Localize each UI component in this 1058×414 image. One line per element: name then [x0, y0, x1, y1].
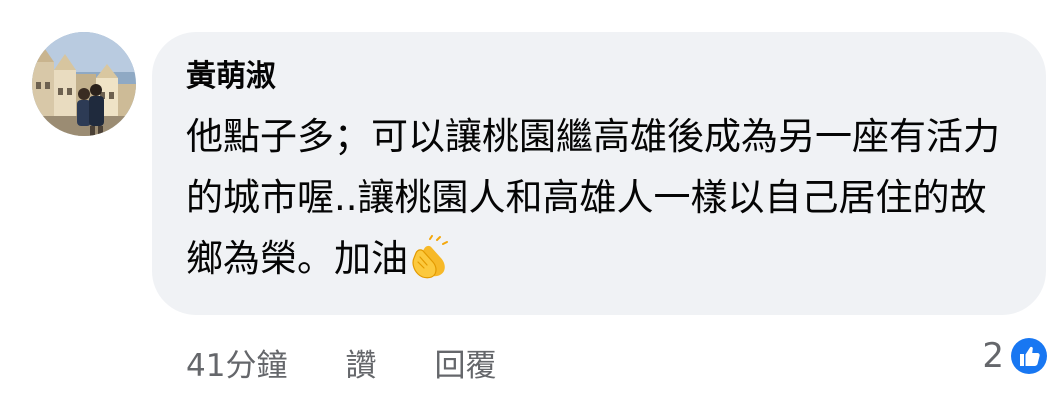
clapping-hands-icon: [410, 235, 454, 279]
comment-text: 他點子多；可以讓桃園繼高雄後成為另一座有活力的城市喔..讓桃園人和高雄人一樣以自…: [186, 115, 1000, 280]
comment-actions: 41分鐘 讚 回覆: [186, 340, 554, 384]
comment-timestamp[interactable]: 41分鐘: [186, 340, 287, 385]
avatar-photo: [32, 32, 136, 136]
reaction-summary[interactable]: 2: [982, 334, 1050, 378]
comment: 黃萌淑 他點子多；可以讓桃園繼高雄後成為另一座有活力的城市喔..讓桃園人和高雄人…: [0, 0, 1058, 414]
comment-author[interactable]: 黃萌淑: [186, 58, 276, 96]
like-button[interactable]: 讚: [345, 340, 376, 385]
like-icon: [1009, 336, 1049, 376]
avatar[interactable]: [32, 32, 136, 136]
reaction-count: 2: [982, 336, 1004, 376]
comment-bubble: 黃萌淑 他點子多；可以讓桃園繼高雄後成為另一座有活力的城市喔..讓桃園人和高雄人…: [152, 32, 1046, 315]
reply-button[interactable]: 回覆: [434, 340, 496, 385]
comment-text-container: 他點子多；可以讓桃園繼高雄後成為另一座有活力的城市喔..讓桃園人和高雄人一樣以自…: [186, 106, 1010, 289]
